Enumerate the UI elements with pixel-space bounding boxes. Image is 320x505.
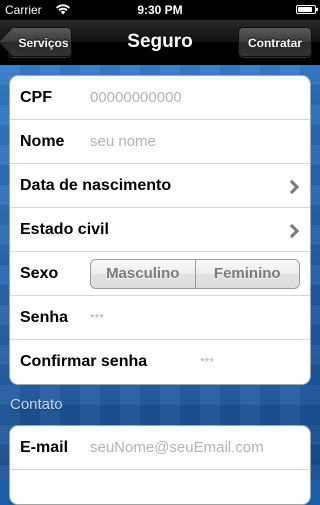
email-label: E-mail (20, 439, 69, 456)
contratar-button[interactable]: Contratar (238, 27, 312, 57)
battery-level (298, 7, 313, 12)
chevron-right-icon (284, 223, 300, 239)
sexo-row: Sexo Masculino Feminino (10, 252, 310, 296)
senha-row: Senha *** (10, 296, 310, 340)
senha-label: Senha (20, 309, 69, 326)
cpf-row: CPF 00000000000 (10, 76, 310, 120)
nome-row: Nome seu nome (10, 120, 310, 164)
cpf-field[interactable]: 00000000000 (90, 76, 182, 120)
segment-masculino[interactable]: Masculino (91, 260, 195, 288)
back-button-label: Serviços (18, 36, 69, 50)
battery-icon (296, 5, 318, 14)
chevron-right-icon (284, 179, 300, 195)
back-button[interactable]: Serviços (0, 26, 72, 58)
estado-civil-label: Estado civil (20, 221, 109, 238)
confirmar-senha-row: Confirmar senha *** (10, 340, 310, 384)
section-header-contato: Contato (10, 396, 63, 413)
battery-nub (316, 8, 318, 11)
nome-field[interactable]: seu nome (90, 120, 156, 164)
senha-field[interactable]: *** (90, 296, 104, 340)
sexo-label: Sexo (20, 265, 59, 282)
estado-civil-row[interactable]: Estado civil (10, 208, 310, 252)
nome-label: Nome (20, 133, 65, 150)
form-group: CPF 00000000000 Nome seu nome Data de na… (9, 75, 311, 385)
data-nascimento-row[interactable]: Data de nascimento (10, 164, 310, 208)
status-bar: Carrier 9:30 PM (0, 0, 320, 20)
data-nascimento-label: Data de nascimento (20, 177, 172, 194)
confirmar-senha-field[interactable]: *** (200, 340, 214, 384)
contato-row-2 (10, 470, 310, 504)
sexo-segmented-control: Masculino Feminino (90, 259, 300, 289)
segment-feminino[interactable]: Feminino (194, 260, 299, 288)
email-row: E-mail seuNome@seuEmail.com (10, 426, 310, 470)
status-time: 9:30 PM (137, 3, 183, 17)
email-field[interactable]: seuNome@seuEmail.com (90, 426, 264, 470)
cpf-label: CPF (20, 89, 52, 106)
confirmar-senha-label: Confirmar senha (20, 353, 148, 370)
navigation-bar: Seguro Serviços Contratar (0, 20, 320, 65)
contato-group: E-mail seuNome@seuEmail.com (9, 425, 311, 505)
